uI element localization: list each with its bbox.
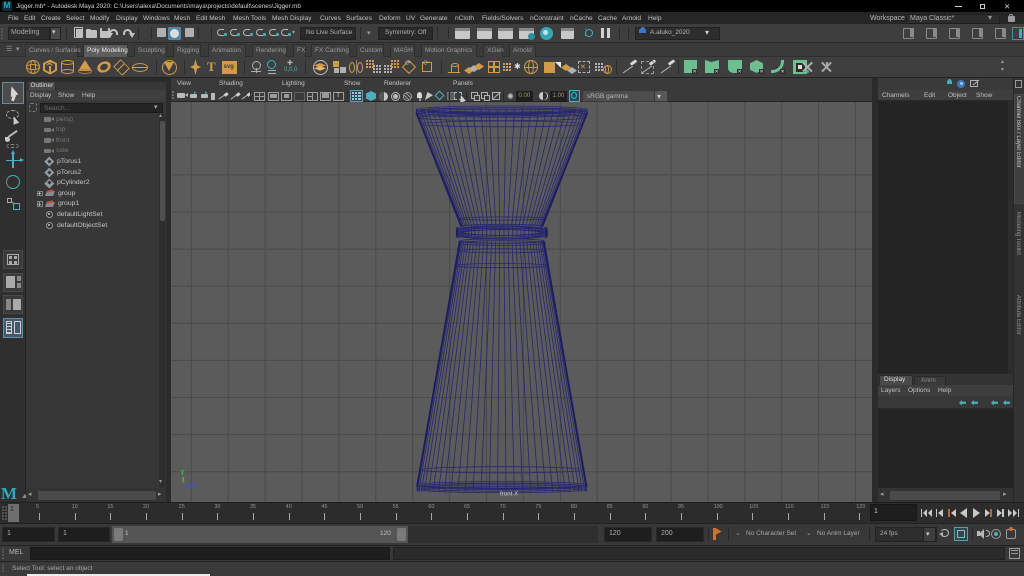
svg-text:z: z [193, 482, 197, 489]
svg-text:Y: Y [180, 470, 185, 477]
svg-text:front X: front X [500, 491, 518, 498]
